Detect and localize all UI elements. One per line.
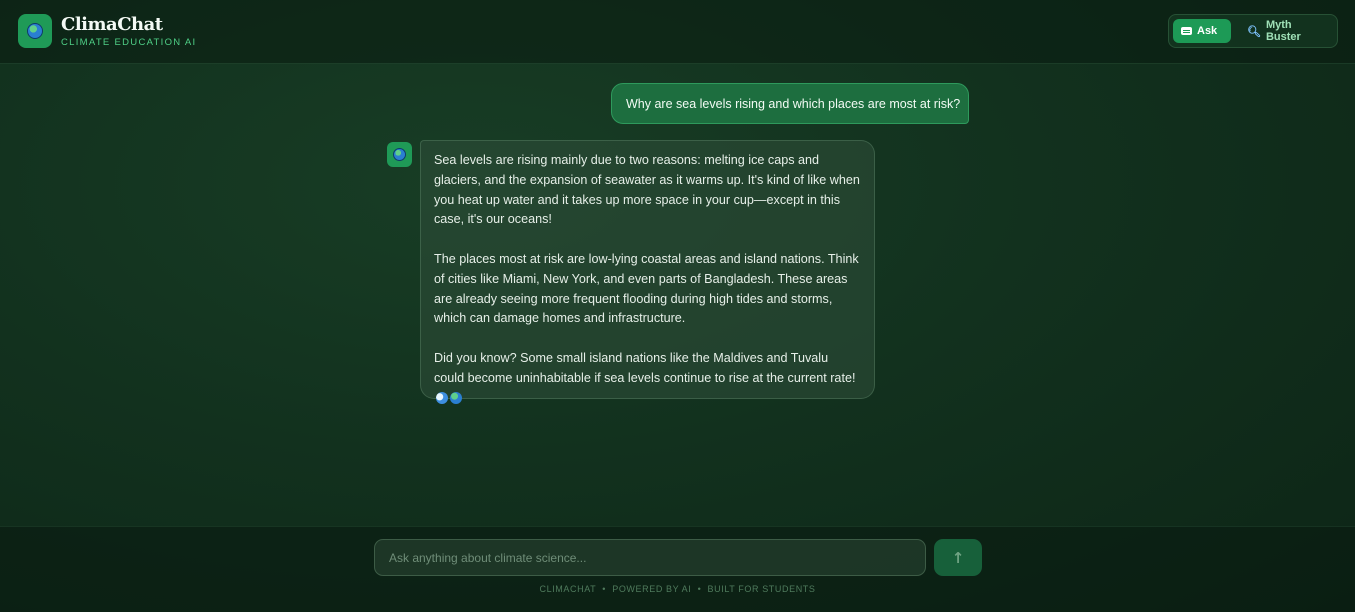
magnifier-icon: 🔍︎: [1247, 25, 1261, 38]
logo: [18, 14, 52, 48]
mode-toggle: Ask 🔍︎ Myth Buster: [1168, 14, 1338, 48]
wave-emoji-icon: [436, 391, 448, 404]
chat-bubble-icon: [1181, 27, 1192, 35]
footer-caption: CLIMACHAT • POWERED BY AI • BUILT FOR ST…: [539, 584, 816, 594]
app-subtitle: CLIMATE EDUCATION AI: [61, 37, 197, 48]
assistant-message: Sea levels are rising mainly due to two …: [420, 140, 875, 404]
arrow-up-icon: ↑: [951, 548, 965, 567]
user-message: Why are sea levels rising and which plac…: [611, 83, 969, 124]
globe-icon: [393, 148, 406, 161]
chat-input[interactable]: [374, 539, 926, 576]
globe-icon: [27, 23, 43, 39]
assistant-paragraph-text: Sea levels are rising mainly due to two …: [434, 153, 860, 227]
header: ClimaChat CLIMATE EDUCATION AI Ask 🔍︎ My…: [0, 0, 1355, 64]
app: ClimaChat CLIMATE EDUCATION AI Ask 🔍︎ My…: [0, 0, 1355, 612]
mode-ask-label: Ask: [1197, 25, 1218, 37]
assistant-paragraph: Sea levels are rising mainly due to two …: [434, 151, 861, 230]
mode-ask-button[interactable]: Ask: [1173, 19, 1231, 43]
send-button[interactable]: ↑: [934, 539, 982, 576]
mode-myth-buster-button[interactable]: 🔍︎ Myth Buster: [1239, 19, 1335, 43]
mode-myth-buster-label: Myth Buster: [1265, 19, 1301, 43]
app-title: ClimaChat: [61, 14, 163, 35]
assistant-paragraph: The places most at risk are low-lying co…: [434, 250, 861, 329]
assistant-paragraph-text: Did you know? Some small island nations …: [434, 350, 856, 385]
assistant-paragraph: Did you know? Some small island nations …: [434, 349, 861, 408]
globe-emoji-icon: [450, 391, 462, 404]
assistant-paragraph-text: The places most at risk are low-lying co…: [434, 251, 859, 326]
assistant-avatar: [387, 142, 412, 167]
